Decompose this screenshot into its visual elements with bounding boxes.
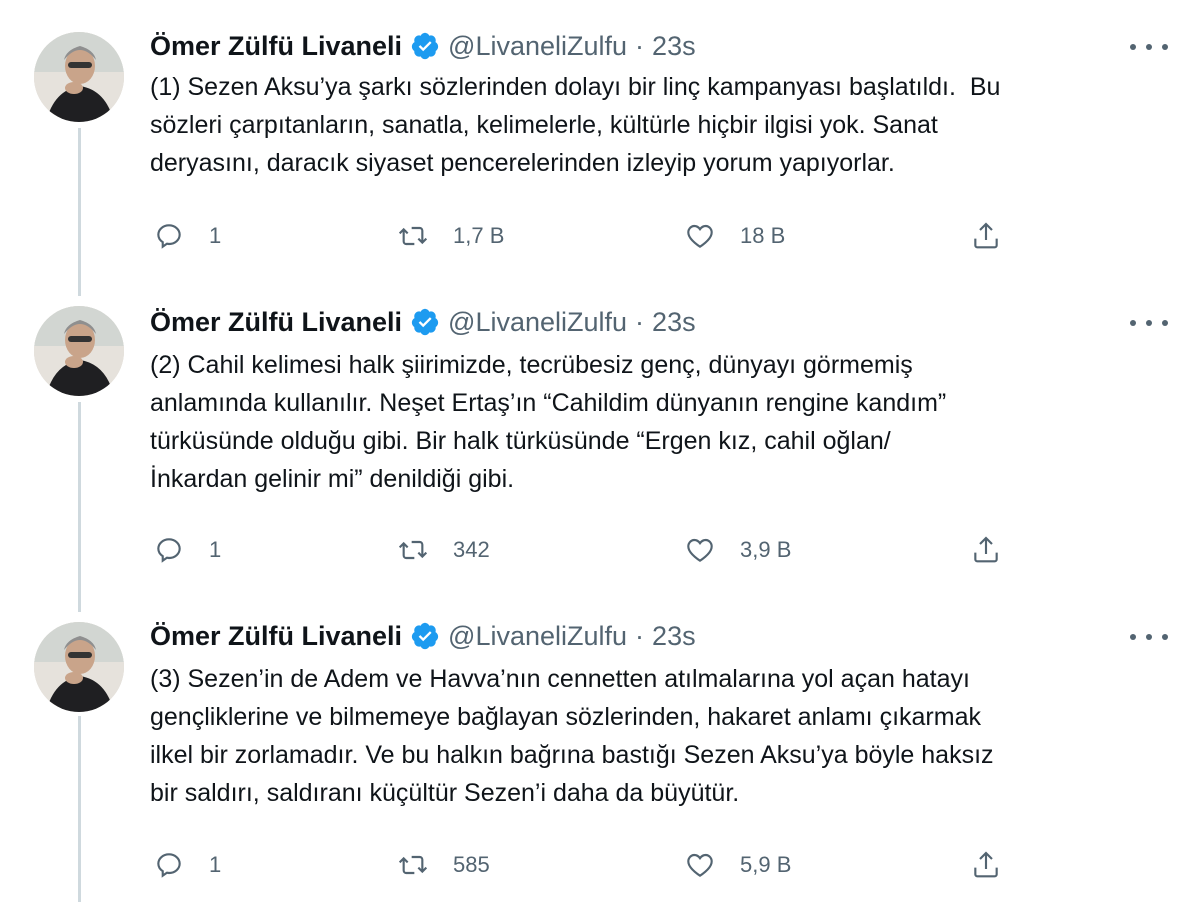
retweet-count: 1,7 B <box>453 223 505 248</box>
avatar-photo <box>34 622 124 712</box>
tweet-actions: 1 1,7 B 18 B <box>150 216 1160 256</box>
like-button[interactable]: 18 B <box>684 216 785 256</box>
avatar[interactable] <box>34 306 124 396</box>
share-icon <box>974 222 998 249</box>
more-icon[interactable] <box>1130 627 1168 647</box>
retweet-button[interactable]: 1,7 B <box>397 216 504 256</box>
verified-badge-icon <box>411 308 439 336</box>
reply-count: 1 <box>209 223 222 248</box>
reply-icon <box>157 224 181 249</box>
avatar-photo <box>34 32 124 122</box>
like-count: 18 B <box>740 223 786 248</box>
thread-line <box>78 128 81 296</box>
separator-dot: · <box>635 620 645 651</box>
heart-icon <box>687 224 713 248</box>
author-handle[interactable]: @LivaneliZulfu <box>448 31 627 62</box>
tweet-text: (2) Cahil kelimesi halk şiirimizde, tecr… <box>150 351 947 493</box>
retweet-icon <box>398 855 428 875</box>
retweet-button[interactable]: 585 <box>397 845 490 885</box>
author-handle[interactable]: @LivaneliZulfu <box>448 621 627 652</box>
share-icon <box>974 536 998 563</box>
verified-badge-icon <box>411 32 439 60</box>
avatar[interactable] <box>34 32 124 122</box>
separator-dot: · <box>635 30 645 61</box>
like-button[interactable]: 5,9 B <box>684 845 791 885</box>
tweet-text: (3) Sezen’in de Adem ve Havva’nın cennet… <box>150 665 994 807</box>
like-button[interactable]: 3,9 B <box>684 530 791 570</box>
separator-dot: · <box>635 306 645 337</box>
tweet-actions: 1 342 3,9 B <box>150 530 1160 570</box>
share-button[interactable] <box>970 216 1002 256</box>
share-icon <box>974 851 998 878</box>
timestamp[interactable]: 23s <box>652 307 696 338</box>
verified-badge-icon <box>411 622 439 650</box>
retweet-count: 585 <box>453 852 490 877</box>
thread-line <box>78 716 81 902</box>
reply-button[interactable]: 1 <box>153 845 221 885</box>
thread-line <box>78 402 81 612</box>
author-name[interactable]: Ömer Zülfü Livaneli <box>150 307 402 338</box>
tweet-text: (1) Sezen Aksu’ya şarkı sözlerinden dola… <box>150 73 1001 177</box>
reply-icon <box>157 853 181 878</box>
timestamp[interactable]: 23s <box>652 621 696 652</box>
more-icon[interactable] <box>1130 37 1168 57</box>
reply-icon <box>157 538 181 563</box>
timestamp[interactable]: 23s <box>652 31 696 62</box>
avatar[interactable] <box>34 622 124 712</box>
reply-button[interactable]: 1 <box>153 530 221 570</box>
share-button[interactable] <box>970 530 1002 570</box>
heart-icon <box>687 853 713 877</box>
retweet-icon <box>398 540 428 560</box>
share-button[interactable] <box>970 845 1002 885</box>
like-count: 5,9 B <box>740 852 792 877</box>
author-handle[interactable]: @LivaneliZulfu <box>448 307 627 338</box>
like-count: 3,9 B <box>740 537 792 562</box>
heart-icon <box>687 538 713 562</box>
more-icon[interactable] <box>1130 313 1168 333</box>
reply-count: 1 <box>209 852 222 877</box>
reply-button[interactable]: 1 <box>153 216 221 256</box>
author-name[interactable]: Ömer Zülfü Livaneli <box>150 621 402 652</box>
avatar-photo <box>34 306 124 396</box>
reply-count: 1 <box>209 537 222 562</box>
author-name[interactable]: Ömer Zülfü Livaneli <box>150 31 402 62</box>
retweet-icon <box>398 226 428 246</box>
retweet-button[interactable]: 342 <box>397 530 490 570</box>
retweet-count: 342 <box>453 537 490 562</box>
tweet-actions: 1 585 5,9 B <box>150 845 1160 885</box>
